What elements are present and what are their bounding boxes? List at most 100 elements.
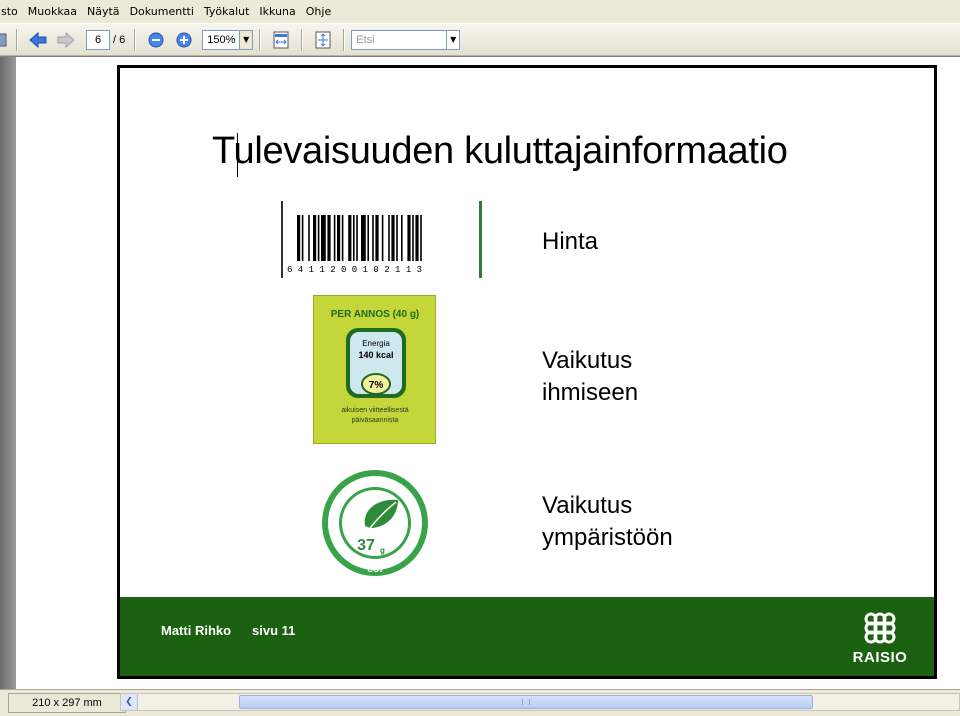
barcode-bar [381,215,384,261]
fit-width-button[interactable] [269,29,293,51]
barcode-bar [337,215,341,261]
page-size-indicator: 210 x 297 mm [8,693,126,713]
nutrition-desc-line1: aikuisen viitteellisestä [341,407,408,414]
nutrition-energy-label: Energia [362,339,390,348]
nutrition-energy-value: 140 kcal [358,350,393,360]
toolbar-separator [301,28,304,51]
save-icon[interactable] [0,29,8,51]
raisio-grid-icon [864,612,896,644]
barcode-bar [317,215,320,261]
search-input[interactable]: Etsi [351,29,448,50]
label-human-line2: ihmiseen [542,379,639,406]
barcode-bars: 6 4 1 1 2 0 0 1 0 2 1 1 3 [287,215,422,275]
scrollbar-grip [522,699,530,705]
label-human-impact: Vaikutus ihmiseen [542,345,638,409]
zoom-out-button[interactable] [144,29,168,51]
menu-tools[interactable]: Työkalut [199,0,255,24]
barcode-bar [401,215,403,261]
nutrition-percent: 7% [369,380,384,391]
carbon-footprint-graphic: RAISIO · SUOMI · 100 g TUOTETTA 37 g CO₂ [322,470,428,576]
barcode-bar [348,215,352,261]
label-env-line2: ympäristöön [542,524,673,551]
arrow-left-icon [29,31,47,48]
zoom-out-icon [148,32,164,47]
scrollbar-thumb[interactable] [239,695,813,709]
toolbar-separator [134,28,137,51]
fit-page-button[interactable] [311,29,335,51]
nutrition-header: PER ANNOS (40 g) [331,309,420,320]
label-env-impact: Vaikutus ympäristöön [542,490,673,554]
previous-page-button[interactable] [26,29,50,51]
barcode-edge [479,201,482,278]
status-bar: 210 x 297 mm ❮ [0,689,960,716]
barcode-bar [356,215,358,261]
menu-window[interactable]: Ikkuna [254,0,300,24]
arrow-right-icon [57,31,75,48]
nutrition-desc-line2: päiväsaannista [352,417,399,424]
zoom-dropdown-button[interactable]: ▼ [240,29,254,50]
search-dropdown-button[interactable]: ▼ [447,29,461,50]
menu-view[interactable]: Näytä [82,0,125,24]
co2-value: 37 [357,537,375,554]
label-env-line1: Vaikutus [542,492,633,519]
barcode-bar [327,215,331,261]
toolbar-separator [16,28,18,51]
slide-title: Tulevaisuuden kuluttajainformaatio [212,130,788,172]
page-total: / 6 [113,33,126,46]
chevron-left-icon: ❮ [125,697,133,707]
barcode-bar [367,215,369,261]
next-page-button[interactable] [54,29,78,51]
menu-document[interactable]: Dokumentti [125,0,199,24]
zoom-in-button[interactable] [172,29,196,51]
slide-page: Tulevaisuuden kuluttajainformaatio 6 4 1… [117,65,937,679]
barcode-bar [391,215,395,261]
menu-help[interactable]: Ohje [301,0,336,24]
nutrition-label-image: PER ANNOS (40 g) Energia 140 kcal 7% aik… [313,295,436,444]
barcode-bar [415,215,419,261]
barcode-bar [388,215,390,261]
barcode-bar [375,215,379,261]
navigation-panel-edge [0,57,16,689]
fit-page-icon [315,31,331,48]
footer-page-number: sivu 11 [252,623,296,638]
zoom-in-icon [176,32,192,47]
text-cursor [237,133,238,177]
raisio-brand: RAISIO [852,649,908,666]
nutrition-graphic: PER ANNOS (40 g) Energia 140 kcal 7% aik… [331,309,420,424]
carbon-footprint-badge: RAISIO · SUOMI · 100 g TUOTETTA 37 g CO₂ [320,468,430,578]
barcode-bar [333,215,336,261]
page-number-input[interactable]: 6 [86,29,110,50]
slide-footer: Matti Rihko sivu 11 RAISIO [120,597,934,676]
menu-file[interactable]: sto [0,0,23,24]
barcode-bar [372,215,374,261]
toolbar: 6 / 6 150% ▼ Etsi ▼ [0,24,960,56]
raisio-logo: RAISIO [845,609,915,667]
barcode-bar [396,215,398,261]
barcode-digits: 6 4 1 1 2 0 0 1 0 2 1 1 3 [287,265,422,275]
pdf-viewer-window: sto Muokkaa Näytä Dokumentti Työkalut Ik… [0,0,960,716]
menu-bar: sto Muokkaa Näytä Dokumentti Työkalut Ik… [0,0,960,24]
fit-width-icon [273,31,289,48]
barcode-bar [297,215,301,261]
footer-author: Matti Rihko [161,623,232,638]
zoom-input[interactable]: 150% [202,29,241,50]
barcode-image: 6 4 1 1 2 0 0 1 0 2 1 1 3 [281,201,482,278]
barcode-bar [412,215,414,261]
barcode-bar [301,215,304,261]
barcode-bar [353,215,355,261]
toolbar-separator [343,28,346,51]
horizontal-scrollbar[interactable]: ❮ [120,693,960,711]
barcode-bar [407,215,411,261]
barcode-bar [313,215,317,261]
barcode-bar [308,215,310,261]
label-human-line1: Vaikutus [542,347,633,374]
co2-unit: g [380,546,385,555]
scroll-left-button[interactable]: ❮ [121,694,138,710]
menu-edit[interactable]: Muokkaa [23,0,82,24]
barcode-bar [321,215,326,261]
barcode-bar [420,215,422,261]
barcode-bar [341,215,344,261]
co2-gas-label: CO₂ [367,565,383,574]
barcode-bar [361,215,366,261]
toolbar-separator [259,28,262,51]
